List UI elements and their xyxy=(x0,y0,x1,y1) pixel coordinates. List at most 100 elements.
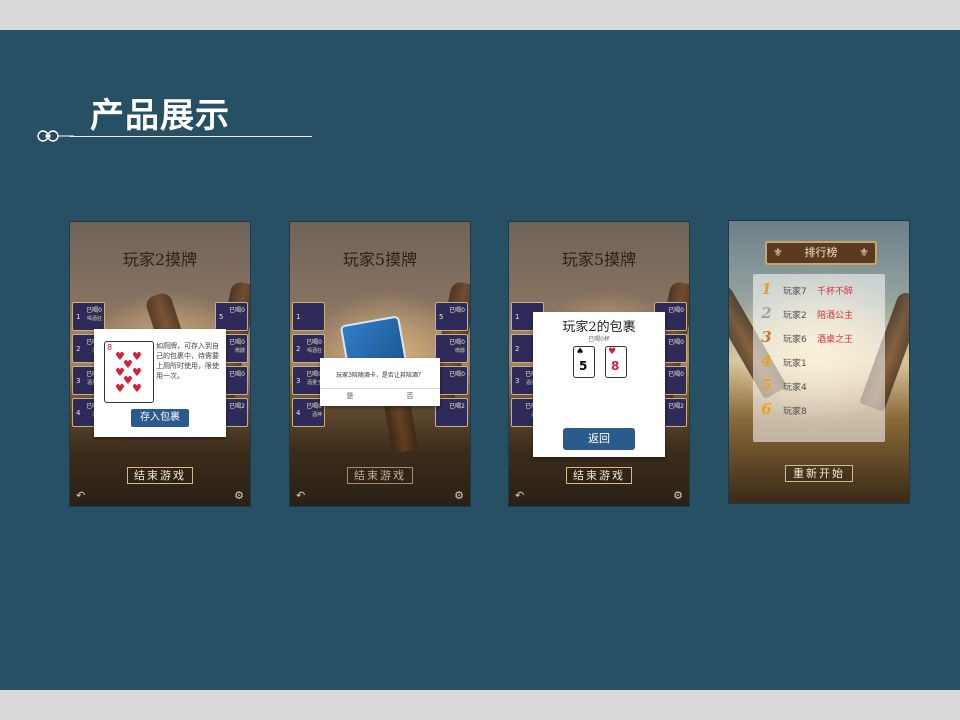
slot-title: 微醺 xyxy=(454,348,465,354)
ornament-icon xyxy=(37,130,74,142)
phone-screen-3: 玩家5摸牌 123已喝0酒量王已喝0酒神已喝0已喝0已喝0已喝2 玩家2的包裹 … xyxy=(508,221,690,507)
rank-number: 6 xyxy=(761,400,772,418)
slot-number: 1 xyxy=(76,313,81,321)
back-button[interactable]: 返回 xyxy=(563,428,635,450)
fleur-icon: ⚜ xyxy=(859,246,869,259)
player-name: 玩家8 xyxy=(783,407,807,417)
slot-number: 2 xyxy=(515,345,520,353)
hearts-icon: ♥ ♥ ♥ ♥ ♥ ♥ ♥ ♥ xyxy=(115,350,142,395)
svg-text:♥: ♥ xyxy=(132,350,142,363)
slot-number: 1 xyxy=(296,313,301,321)
slot-drinks: 已喝0 xyxy=(449,339,465,346)
slot-drinks: 已喝0 xyxy=(449,371,465,378)
player-slot[interactable]: 1 xyxy=(292,302,325,331)
spade-card: ♠ 5 xyxy=(573,346,595,378)
leaderboard-title: 排行榜 xyxy=(804,246,838,259)
slot-number: 5 xyxy=(219,313,224,321)
gear-icon[interactable]: ⚙ xyxy=(234,489,244,502)
slot-number: 2 xyxy=(76,345,81,353)
svg-text:♥: ♥ xyxy=(132,366,142,379)
end-game-button[interactable]: 结束游戏 xyxy=(566,467,632,484)
slot-title: 酒神 xyxy=(311,412,322,418)
slot-drinks: 已喝0 xyxy=(449,307,465,314)
title-underline xyxy=(70,136,312,137)
yes-button[interactable]: 是 xyxy=(320,391,380,401)
svg-text:♥: ♥ xyxy=(132,382,142,395)
phone-screen-2: 玩家5摸牌 1 2 已喝0 喝酒狂 3 已喝0 酒量王 4 已喝0 酒神 5 已喝0 已喝0 微醺 已喝0 已… xyxy=(289,221,471,507)
back-icon[interactable]: ↶ xyxy=(296,489,305,502)
confirm-message: 玩家3陪随酒卡，是否让其陪酒？ xyxy=(336,372,424,379)
player-name: 玩家7 xyxy=(783,287,807,297)
slot-title: 喝酒狂 xyxy=(306,348,322,354)
end-game-button[interactable]: 结束游戏 xyxy=(347,467,413,484)
leaderboard-row: 6 玩家8 xyxy=(753,398,885,422)
player-name: 玩家4 xyxy=(783,383,807,393)
leaderboard-row: 2 玩家2 陪酒公主 xyxy=(753,302,885,326)
top-bar xyxy=(0,0,960,30)
spade-icon: ♠ xyxy=(576,347,585,357)
leaderboard-row: 5 玩家4 xyxy=(753,374,885,398)
svg-text:♥: ♥ xyxy=(115,382,125,395)
slot-drinks: 已喝0 xyxy=(668,339,684,346)
phone-screen-leaderboard: ⚜ 排行榜 ⚜ 1 玩家7 千杯不醉 2 玩家2 陪酒公主 3 玩家6 酒桌之王 4 玩家1 5 玩家4… xyxy=(728,220,910,504)
end-game-button[interactable]: 结束游戏 xyxy=(127,467,193,484)
back-icon[interactable]: ↶ xyxy=(76,489,85,502)
slot-number: 4 xyxy=(296,409,301,417)
player-honor: 酒桌之王 xyxy=(817,335,854,345)
screen-title: 玩家2摸牌 xyxy=(122,250,198,269)
slot-title: 喝酒狂 xyxy=(86,316,102,322)
card-rank: 5 xyxy=(579,359,588,373)
slot-drinks: 已喝0 xyxy=(668,371,684,378)
slot-drinks: 已喝0 xyxy=(229,371,245,378)
rank-number: 5 xyxy=(761,376,772,394)
screen-title: 玩家5摸牌 xyxy=(342,250,418,269)
slot-number: 4 xyxy=(76,409,81,417)
bag-dialog: 玩家2的包裹 已喝0杯 ♠ 5 ♥ 8 返回 xyxy=(533,312,665,457)
player-honor: 千杯不醉 xyxy=(817,287,854,297)
leaderboard-row: 3 玩家6 酒桌之王 xyxy=(753,326,885,350)
slot-number: 3 xyxy=(296,377,301,385)
leaderboard-row: 4 玩家1 xyxy=(753,350,885,374)
rank-number: 4 xyxy=(761,352,772,370)
slot-drinks: 已喝0 xyxy=(229,339,245,346)
confirm-dialog: 玩家3陪随酒卡，是否让其陪酒？ 是 否 xyxy=(320,358,440,406)
slot-number: 1 xyxy=(515,313,520,321)
card-dialog: 8 ♥ ♥ ♥ ♥ ♥ ♥ ♥ ♥ 如厕牌，可存入到自己的包裹中，待需要上厕所时使用，… xyxy=(94,329,226,437)
slot-drinks: 已喝2 xyxy=(229,403,245,410)
player-name: 玩家2 xyxy=(783,311,807,321)
slot-drinks: 已喝0 xyxy=(306,339,322,346)
player-slot[interactable]: 5 已喝0 xyxy=(435,302,468,331)
playing-card: 8 ♥ ♥ ♥ ♥ ♥ ♥ ♥ ♥ xyxy=(104,341,154,403)
leaderboard-header: ⚜ 排行榜 ⚜ xyxy=(765,241,877,265)
slot-drinks: 已喝0 xyxy=(86,307,102,314)
heart-card: ♥ 8 xyxy=(605,346,627,378)
player-name: 玩家6 xyxy=(783,335,807,345)
slot-number: 3 xyxy=(76,377,81,385)
bag-title: 玩家2的包裹 xyxy=(562,320,636,335)
slot-number: 2 xyxy=(296,345,301,353)
slot-drinks: 已喝2 xyxy=(668,403,684,410)
player-slot[interactable]: 5 已喝0 xyxy=(215,302,248,331)
card-rank: 8 xyxy=(611,359,620,373)
leaderboard-panel: 1 玩家7 千杯不醉 2 玩家2 陪酒公主 3 玩家6 酒桌之王 4 玩家1 5 玩家4 6 玩家8 xyxy=(753,274,885,442)
slide-title: 产品展示 xyxy=(90,96,230,136)
slot-drinks: 已喝2 xyxy=(449,403,465,410)
slot-drinks: 已喝0 xyxy=(229,307,245,314)
slot-drinks: 已喝0 xyxy=(668,307,684,314)
medal-icon: 3 xyxy=(761,328,772,346)
store-in-bag-button[interactable]: 存入包裹 xyxy=(131,409,189,427)
bottom-bar xyxy=(0,690,960,720)
medal-icon: 1 xyxy=(761,280,772,298)
player-slot[interactable]: 1 已喝0 喝酒狂 xyxy=(72,302,105,331)
gear-icon[interactable]: ⚙ xyxy=(673,489,683,502)
heart-icon: ♥ xyxy=(608,347,617,357)
fleur-icon: ⚜ xyxy=(773,246,783,259)
slot-title: 微醺 xyxy=(234,348,245,354)
restart-button[interactable]: 重新开始 xyxy=(785,465,853,482)
phone-screen-1: 玩家2摸牌 1已喝0喝酒狂2已喝0酒鬼3已喝0酒量王4已喝0酒神5已喝0已喝0微… xyxy=(69,221,251,507)
card-description: 如厕牌，可存入到自己的包裹中，待需要上厕所时使用，限使用一次。 xyxy=(156,342,219,380)
back-icon[interactable]: ↶ xyxy=(515,489,524,502)
player-honor: 陪酒公主 xyxy=(817,311,854,321)
no-button[interactable]: 否 xyxy=(380,391,440,401)
gear-icon[interactable]: ⚙ xyxy=(454,489,464,502)
